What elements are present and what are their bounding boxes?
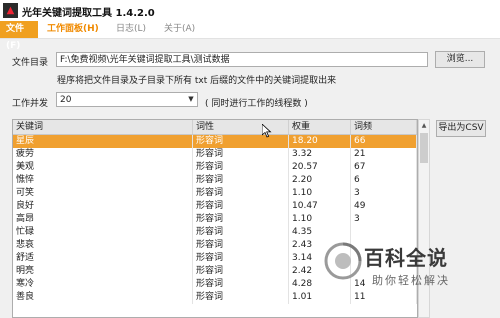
cell-keyword: 悲哀	[13, 239, 193, 252]
cell-pos: 形容词	[193, 265, 289, 278]
browse-button[interactable]: 浏览...	[435, 51, 485, 68]
cell-weight: 20.57	[289, 161, 351, 174]
cell-pos: 形容词	[193, 161, 289, 174]
cell-keyword: 善良	[13, 291, 193, 304]
title-bar: ▲ 光年关键词提取工具 1.4.2.0	[0, 0, 500, 21]
cell-frequency: 66	[351, 135, 417, 148]
cell-keyword: 忙碌	[13, 226, 193, 239]
cell-keyword: 可笑	[13, 187, 193, 200]
cell-weight: 18.20	[289, 135, 351, 148]
chevron-down-icon[interactable]: ▼	[185, 93, 197, 106]
mouse-cursor-icon	[262, 124, 272, 138]
cell-pos: 形容词	[193, 148, 289, 161]
concurrency-label: 工作并发	[12, 99, 49, 109]
menu-work-panel[interactable]: 工作面板(H)	[41, 21, 105, 38]
app-logo-icon: ▲	[3, 3, 18, 18]
table-row[interactable]: 可笑 形容词 1.10 3	[13, 187, 417, 200]
menu-file[interactable]: 文件(F)	[0, 21, 38, 51]
cell-weight: 3.32	[289, 148, 351, 161]
cell-pos: 形容词	[193, 213, 289, 226]
column-header-pos[interactable]: 词性	[193, 120, 289, 134]
dir-hint: 程序将把文件目录及子目录下所有 txt 后缀的文件中的关键词提取出来	[57, 76, 337, 86]
table-header: 关键词 词性 权重 词频	[13, 120, 417, 135]
cell-pos: 形容词	[193, 135, 289, 148]
cell-frequency: 21	[351, 148, 417, 161]
column-header-weight[interactable]: 权重	[289, 120, 351, 134]
window-title: 光年关键词提取工具 1.4.2.0	[22, 8, 155, 19]
dir-label: 文件目录	[12, 58, 49, 68]
cell-weight: 2.20	[289, 174, 351, 187]
cell-pos: 形容词	[193, 278, 289, 291]
column-header-keyword[interactable]: 关键词	[13, 120, 193, 134]
cell-pos: 形容词	[193, 239, 289, 252]
concurrency-hint: ( 同时进行工作的线程数 )	[205, 99, 308, 109]
menu-bar: 文件(F) 工作面板(H) 日志(L) 关于(A)	[0, 21, 500, 51]
scroll-thumb[interactable]	[420, 133, 428, 163]
concurrency-value: 20	[60, 95, 72, 105]
cell-weight: 1.10	[289, 213, 351, 226]
menu-log[interactable]: 日志(L)	[110, 21, 152, 38]
table-row[interactable]: 憔悴 形容词 2.20 6	[13, 174, 417, 187]
menu-about[interactable]: 关于(A)	[158, 21, 201, 38]
concurrency-select[interactable]: 20 ▼	[56, 92, 198, 107]
cell-pos: 形容词	[193, 291, 289, 304]
cell-keyword: 舒适	[13, 252, 193, 265]
cell-keyword: 星辰	[13, 135, 193, 148]
table-row[interactable]: 良好 形容词 10.47 49	[13, 200, 417, 213]
table-row[interactable]: 高昂 形容词 1.10 3	[13, 213, 417, 226]
cell-weight: 4.35	[289, 226, 351, 239]
watermark-subtitle: 助你轻松解决	[372, 274, 450, 287]
table-row[interactable]: 疲劳 形容词 3.32 21	[13, 148, 417, 161]
cell-keyword: 疲劳	[13, 148, 193, 161]
export-csv-button[interactable]: 导出为CSV	[436, 120, 486, 137]
cell-keyword: 寒冷	[13, 278, 193, 291]
cell-pos: 形容词	[193, 226, 289, 239]
scroll-up-icon[interactable]: ▲	[419, 120, 429, 132]
watermark: 百科全说 助你轻松解决	[322, 240, 500, 300]
cell-frequency	[351, 226, 417, 239]
cell-pos: 形容词	[193, 187, 289, 200]
cell-frequency: 3	[351, 187, 417, 200]
cell-pos: 形容词	[193, 174, 289, 187]
cell-pos: 形容词	[193, 252, 289, 265]
cell-weight: 10.47	[289, 200, 351, 213]
column-header-frequency[interactable]: 词频	[351, 120, 417, 134]
cell-weight: 1.10	[289, 187, 351, 200]
table-row[interactable]: 美观 形容词 20.57 67	[13, 161, 417, 174]
watermark-title: 百科全说	[364, 246, 448, 270]
cell-keyword: 良好	[13, 200, 193, 213]
table-row[interactable]: 星辰 形容词 18.20 66	[13, 135, 417, 148]
cell-keyword: 明亮	[13, 265, 193, 278]
dir-path-input[interactable]: F:\免费视频\光年关键词提取工具\测试数据	[56, 52, 428, 67]
cell-keyword: 美观	[13, 161, 193, 174]
cell-frequency: 67	[351, 161, 417, 174]
watermark-logo-icon	[324, 242, 362, 280]
cell-frequency: 6	[351, 174, 417, 187]
cell-pos: 形容词	[193, 200, 289, 213]
cell-keyword: 憔悴	[13, 174, 193, 187]
cell-frequency: 3	[351, 213, 417, 226]
cell-frequency: 49	[351, 200, 417, 213]
table-row[interactable]: 忙碌 形容词 4.35	[13, 226, 417, 239]
cell-keyword: 高昂	[13, 213, 193, 226]
